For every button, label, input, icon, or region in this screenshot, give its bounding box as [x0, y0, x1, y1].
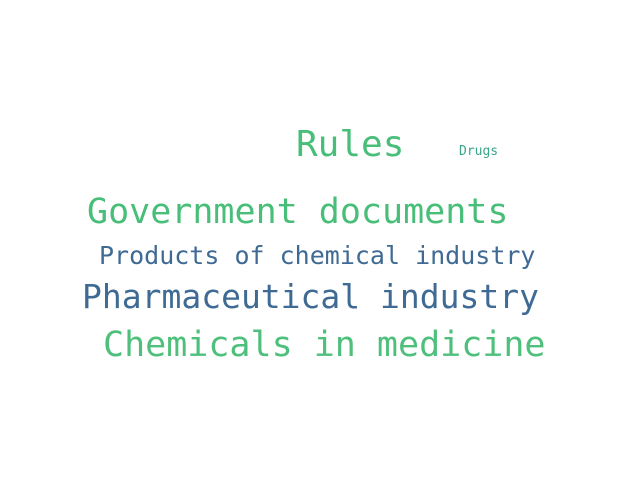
word-government-documents: Government documents	[87, 192, 509, 232]
word-cloud: Rules Drugs Government documents Product…	[0, 0, 640, 480]
word-chemicals-in-medicine: Chemicals in medicine	[103, 325, 546, 365]
word-products-of-chemical-industry: Products of chemical industry	[99, 241, 536, 270]
word-pharmaceutical-industry: Pharmaceutical industry	[82, 277, 539, 316]
word-rules: Rules	[296, 124, 405, 165]
word-drugs: Drugs	[459, 144, 499, 159]
